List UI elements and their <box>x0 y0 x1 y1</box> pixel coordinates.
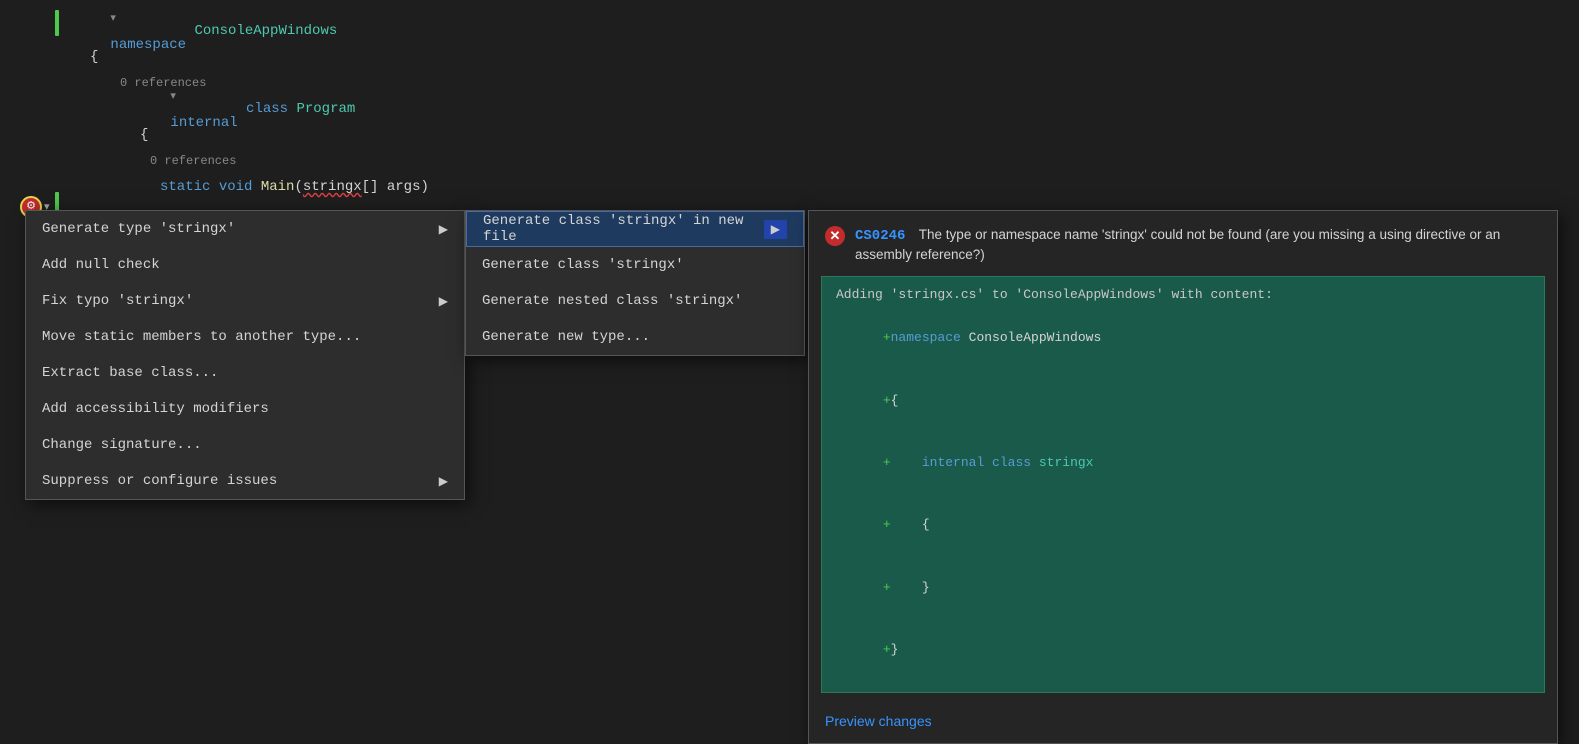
menu-item-suppress[interactable]: Suppress or configure issues ▶ <box>26 463 464 499</box>
preview-line-3: + internal class stringx <box>836 432 1530 494</box>
code-preview-box: Adding 'stringx.cs' to 'ConsoleAppWindow… <box>821 276 1545 693</box>
collapse-icon-2[interactable]: ▾ <box>170 91 176 103</box>
arrow-icon-0: ▶ <box>439 222 448 237</box>
code-line-7: static void Main ( stringx [] args ) <box>10 174 1579 200</box>
preview-line-1: +namespace ConsoleAppWindows <box>836 308 1530 370</box>
menu-item-fix-typo[interactable]: Fix typo 'stringx' ▶ <box>26 283 464 319</box>
menu-item-move-static[interactable]: Move static members to another type... <box>26 319 464 355</box>
arrow-icon-7: ▶ <box>439 474 448 489</box>
sub-menu-item-new-type[interactable]: Generate new type... <box>466 319 804 355</box>
error-circle-icon: ✕ <box>825 226 845 246</box>
error-message: The type or namespace name 'stringx' cou… <box>855 227 1500 262</box>
sub-menu-item-class[interactable]: Generate class 'stringx' <box>466 247 804 283</box>
code-line-1: ▾ namespace ConsoleAppWindows <box>0 18 1579 44</box>
error-panel: ✕ CS0246 The type or namespace name 'str… <box>808 210 1558 744</box>
preview-line-4: + { <box>836 495 1530 557</box>
arrow-icon-2: ▶ <box>439 294 448 309</box>
menu-item-generate-type[interactable]: Generate type 'stringx' ▶ <box>26 211 464 247</box>
code-line-4: ▾ internal class Program <box>0 96 1579 122</box>
sub-menu-item-nested-class[interactable]: Generate nested class 'stringx' <box>466 283 804 319</box>
preview-label: Adding 'stringx.cs' to 'ConsoleAppWindow… <box>836 287 1530 302</box>
collapse-icon-1[interactable]: ▾ <box>110 13 116 25</box>
preview-line-6: +} <box>836 619 1530 681</box>
error-content: CS0246 The type or namespace name 'strin… <box>855 225 1541 266</box>
error-header: ✕ CS0246 The type or namespace name 'str… <box>809 211 1557 276</box>
sub-menu-item-new-file[interactable]: Generate class 'stringx' in new file ▶ <box>466 211 804 247</box>
preview-line-2: +{ <box>836 370 1530 432</box>
submenu-arrow-0: ▶ <box>764 220 787 239</box>
menu-item-extract-base[interactable]: Extract base class... <box>26 355 464 391</box>
menu-item-change-signature[interactable]: Change signature... <box>26 427 464 463</box>
menu-item-accessibility[interactable]: Add accessibility modifiers <box>26 391 464 427</box>
error-code: CS0246 <box>855 228 905 244</box>
sub-menu: Generate class 'stringx' in new file ▶ G… <box>465 210 805 356</box>
green-bar-1 <box>55 10 59 36</box>
preview-changes-link[interactable]: Preview changes <box>809 703 948 743</box>
menu-item-add-null-check[interactable]: Add null check <box>26 247 464 283</box>
preview-line-5: + } <box>836 557 1530 619</box>
context-menu: Generate type 'stringx' ▶ Add null check… <box>25 210 465 500</box>
